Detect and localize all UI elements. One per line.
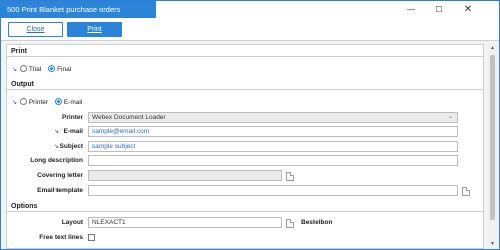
chevron-down-icon: ⌄ xyxy=(447,114,453,120)
radio-printer[interactable] xyxy=(19,98,27,105)
long-description-row: Long description xyxy=(7,155,483,167)
title-bar: 500 Print Blanket purchase orders — ☐ ✕ xyxy=(1,1,499,18)
output-radio-group: ↘ Printer E-mail xyxy=(12,97,87,109)
printer-select-value: Webex Document Loader xyxy=(92,114,166,121)
section-output-heading: Output xyxy=(7,80,483,90)
print-dialog-window: 500 Print Blanket purchase orders — ☐ ✕ … xyxy=(0,0,500,250)
document-icon[interactable] xyxy=(286,219,294,228)
radio-printer-label: Printer xyxy=(28,99,48,106)
covering-letter-field[interactable] xyxy=(88,170,282,181)
layout-label: Layout xyxy=(61,219,83,226)
printer-label: Printer xyxy=(62,114,83,121)
free-text-lines-label: Free text lines xyxy=(39,234,83,241)
close-window-icon[interactable]: ✕ xyxy=(454,1,482,18)
subject-label: Subject xyxy=(59,143,83,150)
email-template-field[interactable] xyxy=(88,185,458,196)
email-row: ↘ E-mail sample@email.com xyxy=(7,126,483,138)
toolbar: Close Print xyxy=(1,18,499,41)
section-options-heading: Options xyxy=(7,202,483,212)
vertical-scrollbar[interactable]: ▲ ▼ xyxy=(488,44,497,249)
close-button[interactable]: Close xyxy=(8,22,63,37)
covering-letter-label: Covering letter xyxy=(37,172,83,179)
scroll-down-icon[interactable]: ▼ xyxy=(488,240,497,249)
free-text-lines-checkbox[interactable] xyxy=(88,234,95,241)
radio-email-label: E-mail xyxy=(63,99,83,106)
required-marker-icon: ↘ xyxy=(12,100,18,106)
scrollbar-thumb[interactable] xyxy=(490,55,495,220)
section-print-heading: Print xyxy=(7,47,483,57)
radio-email[interactable] xyxy=(54,98,62,105)
print-mode-radio-group: ↘ Trial Final xyxy=(12,64,76,76)
radio-final[interactable] xyxy=(48,65,56,72)
required-marker-icon: ↘ xyxy=(12,67,18,73)
email-field[interactable]: sample@email.com xyxy=(88,126,458,137)
layout-field[interactable]: NLEXACT1 xyxy=(88,217,282,228)
print-button[interactable]: Print xyxy=(67,22,122,37)
printer-select[interactable]: Webex Document Loader ⌄ xyxy=(88,112,458,123)
subject-row: ↘ Subject sample subject xyxy=(7,141,483,153)
minimize-icon[interactable]: — xyxy=(397,1,425,18)
covering-letter-row: Covering letter xyxy=(7,170,483,182)
email-label: E-mail xyxy=(63,128,83,135)
subject-field[interactable]: sample subject xyxy=(88,141,458,152)
layout-row: Layout NLEXACT1 Bestelbon xyxy=(7,217,483,229)
long-description-label: Long description xyxy=(30,157,83,164)
email-template-row: ↘ Email template xyxy=(7,185,483,197)
radio-trial[interactable] xyxy=(19,65,27,72)
long-description-field[interactable] xyxy=(88,155,458,166)
form-panel: Print ↘ Trial Final Output ↘ Printer E-m… xyxy=(6,44,484,249)
window-title: 500 Print Blanket purchase orders xyxy=(1,1,156,18)
document-icon[interactable] xyxy=(462,187,470,196)
document-icon[interactable] xyxy=(286,172,294,181)
maximize-icon[interactable]: ☐ xyxy=(425,1,453,18)
radio-trial-label: Trial xyxy=(28,66,42,73)
free-text-lines-row: Free text lines xyxy=(7,232,483,244)
printer-row: Printer Webex Document Loader ⌄ xyxy=(7,112,483,124)
email-template-label: Email template xyxy=(37,187,83,194)
layout-description: Bestelbon xyxy=(301,219,333,226)
radio-final-label: Final xyxy=(57,66,72,73)
scroll-up-icon[interactable]: ▲ xyxy=(488,44,497,53)
